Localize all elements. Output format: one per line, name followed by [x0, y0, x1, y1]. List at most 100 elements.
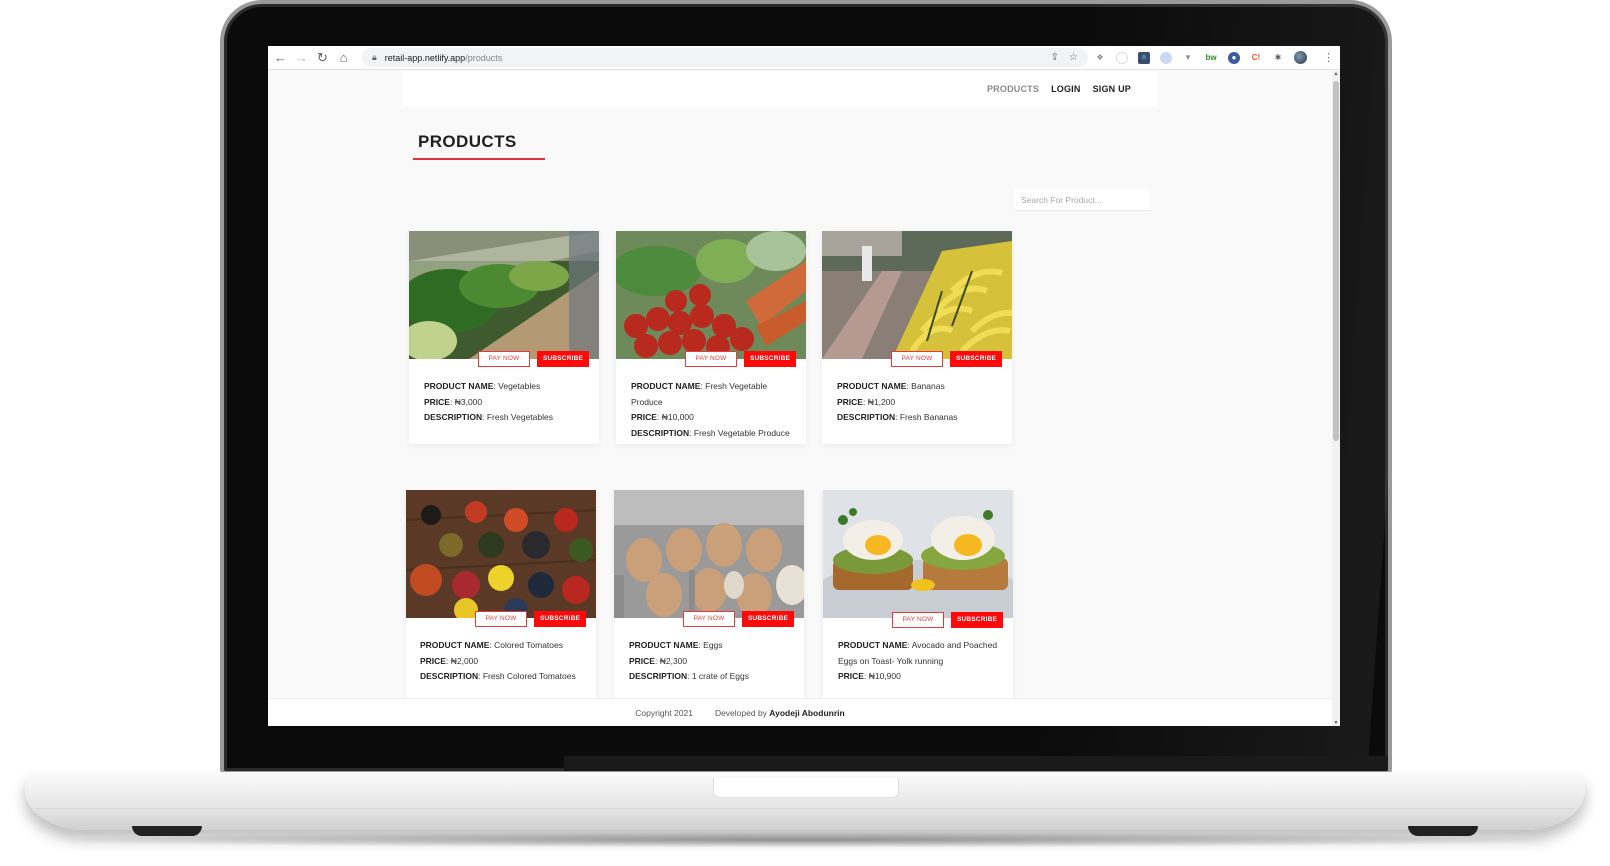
description-label: DESCRIPTION	[631, 427, 690, 438]
url-path: /products	[465, 52, 503, 63]
pay-now-button[interactable]: PAY NOW	[891, 351, 943, 367]
browser-toolbar: ← → ↻ ⌂ 🔒︎ retail-app.netlify.app /produ…	[268, 46, 1340, 70]
price-label: PRICE	[629, 655, 655, 666]
page-scrollbar[interactable]: ▲ ▼	[1332, 71, 1340, 726]
product-card: PAY NOW SUBSCRIBE PRODUCT NAME: Eggs PRI…	[614, 490, 804, 710]
price-label: PRICE	[838, 671, 864, 681]
back-icon[interactable]: ←	[270, 50, 291, 65]
product-price: ₦2,300	[659, 655, 688, 666]
product-description: 1 crate of Eggs	[691, 671, 749, 681]
globe-extension-icon[interactable]	[1160, 51, 1172, 64]
vue-devtools-icon[interactable]: ▼	[1182, 52, 1194, 64]
product-info: PRODUCT NAME: Vegetables PRICE: ₦3,000 D…	[424, 381, 553, 422]
product-info: PRODUCT NAME: Bananas PRICE: ₦1,200 DESC…	[837, 381, 958, 422]
product-card: PAY NOW SUBSCRIBE PRODUCT NAME: Vegetabl…	[409, 231, 599, 444]
nav-link-login[interactable]: LOGIN	[1051, 84, 1081, 94]
blue-circle-extension-icon[interactable]: ●	[1228, 51, 1240, 64]
subscribe-button[interactable]: SUBSCRIBE	[742, 611, 794, 627]
product-card: PAY NOW SUBSCRIBE PRODUCT NAME: Colored …	[406, 490, 596, 710]
developer-name: Ayodeji Abodunrin	[769, 707, 845, 718]
address-bar[interactable]: 🔒︎ retail-app.netlify.app /products ⇪ ☆	[362, 48, 1088, 67]
description-label: DESCRIPTION	[837, 412, 896, 422]
price-label: PRICE	[420, 655, 446, 666]
product-description: Fresh Bananas	[899, 412, 958, 422]
product-image-vegetables	[409, 231, 599, 359]
site-navbar: PRODUCTS LOGIN SIGN UP	[402, 71, 1158, 107]
clock-extension-icon[interactable]	[1116, 51, 1128, 64]
nav-link-signup[interactable]: SIGN UP	[1093, 84, 1131, 94]
laptop-foot-right	[1408, 826, 1478, 836]
product-card: PAY NOW SUBSCRIBE PRODUCT NAME: Avocado …	[823, 490, 1013, 710]
product-name: Eggs	[703, 640, 723, 650]
product-image-eggs	[614, 490, 804, 618]
scroll-down-arrow-icon[interactable]: ▼	[1332, 720, 1340, 726]
price-label: PRICE	[837, 396, 863, 407]
profile-avatar[interactable]	[1294, 51, 1307, 64]
product-description: Fresh Vegetables	[486, 412, 553, 422]
pay-now-button[interactable]: PAY NOW	[892, 612, 944, 628]
search-input[interactable]	[1014, 190, 1150, 211]
product-price: ₦2,000	[450, 655, 479, 666]
subscribe-button[interactable]: SUBSCRIBE	[950, 351, 1002, 367]
product-price: ₦10,900	[868, 671, 901, 681]
product-info: PRODUCT NAME: Fresh Vegetable Produce PR…	[631, 381, 790, 438]
product-name: Vegetables	[498, 381, 541, 391]
subscribe-button[interactable]: SUBSCRIBE	[537, 351, 589, 367]
product-name-label: PRODUCT NAME	[420, 640, 490, 650]
price-label: PRICE	[424, 396, 450, 407]
description-label: DESCRIPTION	[424, 412, 483, 422]
subscribe-button[interactable]: SUBSCRIBE	[951, 612, 1003, 628]
product-name-label: PRODUCT NAME	[629, 640, 699, 650]
price-label: PRICE	[631, 412, 657, 422]
share-icon[interactable]: ⇪	[1051, 52, 1059, 63]
description-label: DESCRIPTION	[629, 671, 688, 681]
site-footer: Copyright 2021 Developed by Ayodeji Abod…	[268, 698, 1332, 726]
title-underline	[413, 158, 545, 160]
home-icon[interactable]: ⌂	[333, 50, 354, 65]
product-image-bananas	[822, 231, 1012, 359]
laptop-mockup: ← → ↻ ⌂ 🔒︎ retail-app.netlify.app /produ…	[0, 0, 1610, 866]
product-price: ₦3,000	[454, 396, 483, 407]
product-description: Fresh Vegetable Produce	[693, 427, 790, 438]
forward-icon[interactable]: →	[291, 50, 312, 65]
laptop-foot-left	[132, 826, 202, 836]
bw-extension-icon[interactable]: bw	[1204, 52, 1218, 64]
product-description: Fresh Colored Tomatoes	[482, 671, 576, 681]
product-name-label: PRODUCT NAME	[631, 381, 701, 391]
product-image-avocado-poached-eggs	[823, 490, 1013, 618]
subscribe-button[interactable]: SUBSCRIBE	[534, 611, 586, 627]
product-info: PRODUCT NAME: Eggs PRICE: ₦2,300 DESCRIP…	[629, 640, 749, 681]
description-label: DESCRIPTION	[420, 671, 479, 681]
pay-now-button[interactable]: PAY NOW	[478, 351, 530, 367]
extensions-puzzle-icon[interactable]: ✱	[1272, 52, 1284, 64]
developer-credit: Developed by Ayodeji Abodunrin	[715, 708, 845, 718]
lock-icon: 🔒︎	[372, 52, 377, 62]
pay-now-button[interactable]: PAY NOW	[683, 611, 735, 627]
ci-extension-icon[interactable]: C!	[1250, 52, 1262, 64]
scrollbar-thumb[interactable]	[1333, 81, 1339, 441]
product-info: PRODUCT NAME: Colored Tomatoes PRICE: ₦2…	[420, 640, 576, 681]
subscribe-button[interactable]: SUBSCRIBE	[744, 351, 796, 367]
product-card: PAY NOW SUBSCRIBE PRODUCT NAME: Bananas …	[822, 231, 1012, 444]
nav-link-products[interactable]: PRODUCTS	[987, 84, 1039, 94]
product-info: PRODUCT NAME: Avocado and Poached Eggs o…	[838, 640, 998, 681]
laptop-base	[25, 772, 1585, 830]
dropbox-extension-icon[interactable]: ❖	[1094, 52, 1106, 64]
react-devtools-icon[interactable]: ⚛	[1138, 51, 1150, 64]
base-line	[35, 808, 1575, 809]
base-notch	[713, 778, 899, 798]
product-name-label: PRODUCT NAME	[424, 381, 494, 391]
product-name-label: PRODUCT NAME	[838, 640, 908, 650]
pay-now-button[interactable]: PAY NOW	[685, 351, 737, 367]
scroll-up-arrow-icon[interactable]: ▲	[1332, 71, 1340, 77]
pay-now-button[interactable]: PAY NOW	[475, 611, 527, 627]
browser-menu-icon[interactable]: ⋮	[1315, 51, 1340, 64]
product-image-colored-tomatoes	[406, 490, 596, 618]
bookmark-star-icon[interactable]: ☆	[1069, 52, 1078, 63]
product-card: PAY NOW SUBSCRIBE PRODUCT NAME: Fresh Ve…	[616, 231, 806, 444]
product-image-fresh-vegetable-produce	[616, 231, 806, 359]
product-price: ₦1,200	[867, 396, 896, 407]
reload-icon[interactable]: ↻	[312, 50, 333, 66]
product-price: ₦10,000	[661, 412, 694, 422]
browser-window: ← → ↻ ⌂ 🔒︎ retail-app.netlify.app /produ…	[268, 46, 1340, 726]
